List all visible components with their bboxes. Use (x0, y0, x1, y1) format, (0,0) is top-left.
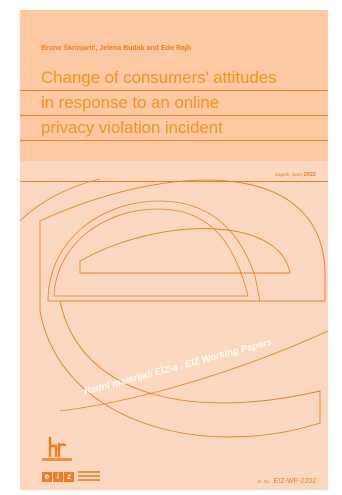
half-disc-inner (53, 208, 249, 297)
e-outline-inner (79, 228, 291, 274)
authors: Bruno Škrinjarić, Jelena Budak and Edo R… (41, 45, 192, 52)
eiz-logo-caption (78, 471, 100, 483)
wp-number: EIZ-WP-2202 (273, 478, 316, 485)
wp-number-prefix: br. No (257, 479, 270, 484)
title-block: Change of consumers’ attitudes in respon… (20, 66, 328, 141)
hr-logo-caption (42, 458, 72, 461)
title-text-3: privacy violation incident (41, 118, 223, 137)
title-line: privacy violation incident (20, 116, 328, 141)
half-disc-outer (47, 200, 261, 302)
title-line: in response to an online (20, 91, 328, 116)
eiz-logo-letter: z (64, 472, 74, 482)
bottom-curve (59, 330, 328, 412)
title-text-1: Change of consumers’ attitudes (41, 68, 277, 87)
decorative-e-graphic (20, 178, 328, 438)
working-paper-number: br. No EIZ-WP-2202 (258, 478, 316, 485)
eiz-logo-letter: i (53, 472, 63, 482)
hr-logo-icon (48, 436, 66, 458)
title-text-2: in response to an online (41, 93, 220, 112)
eiz-logo-letter: e (42, 472, 52, 482)
e-outline-outer (39, 179, 326, 438)
cover-page: Bruno Škrinjarić, Jelena Budak and Edo R… (20, 10, 328, 490)
side-curve (20, 178, 101, 222)
title-line: Change of consumers’ attitudes (20, 66, 328, 91)
